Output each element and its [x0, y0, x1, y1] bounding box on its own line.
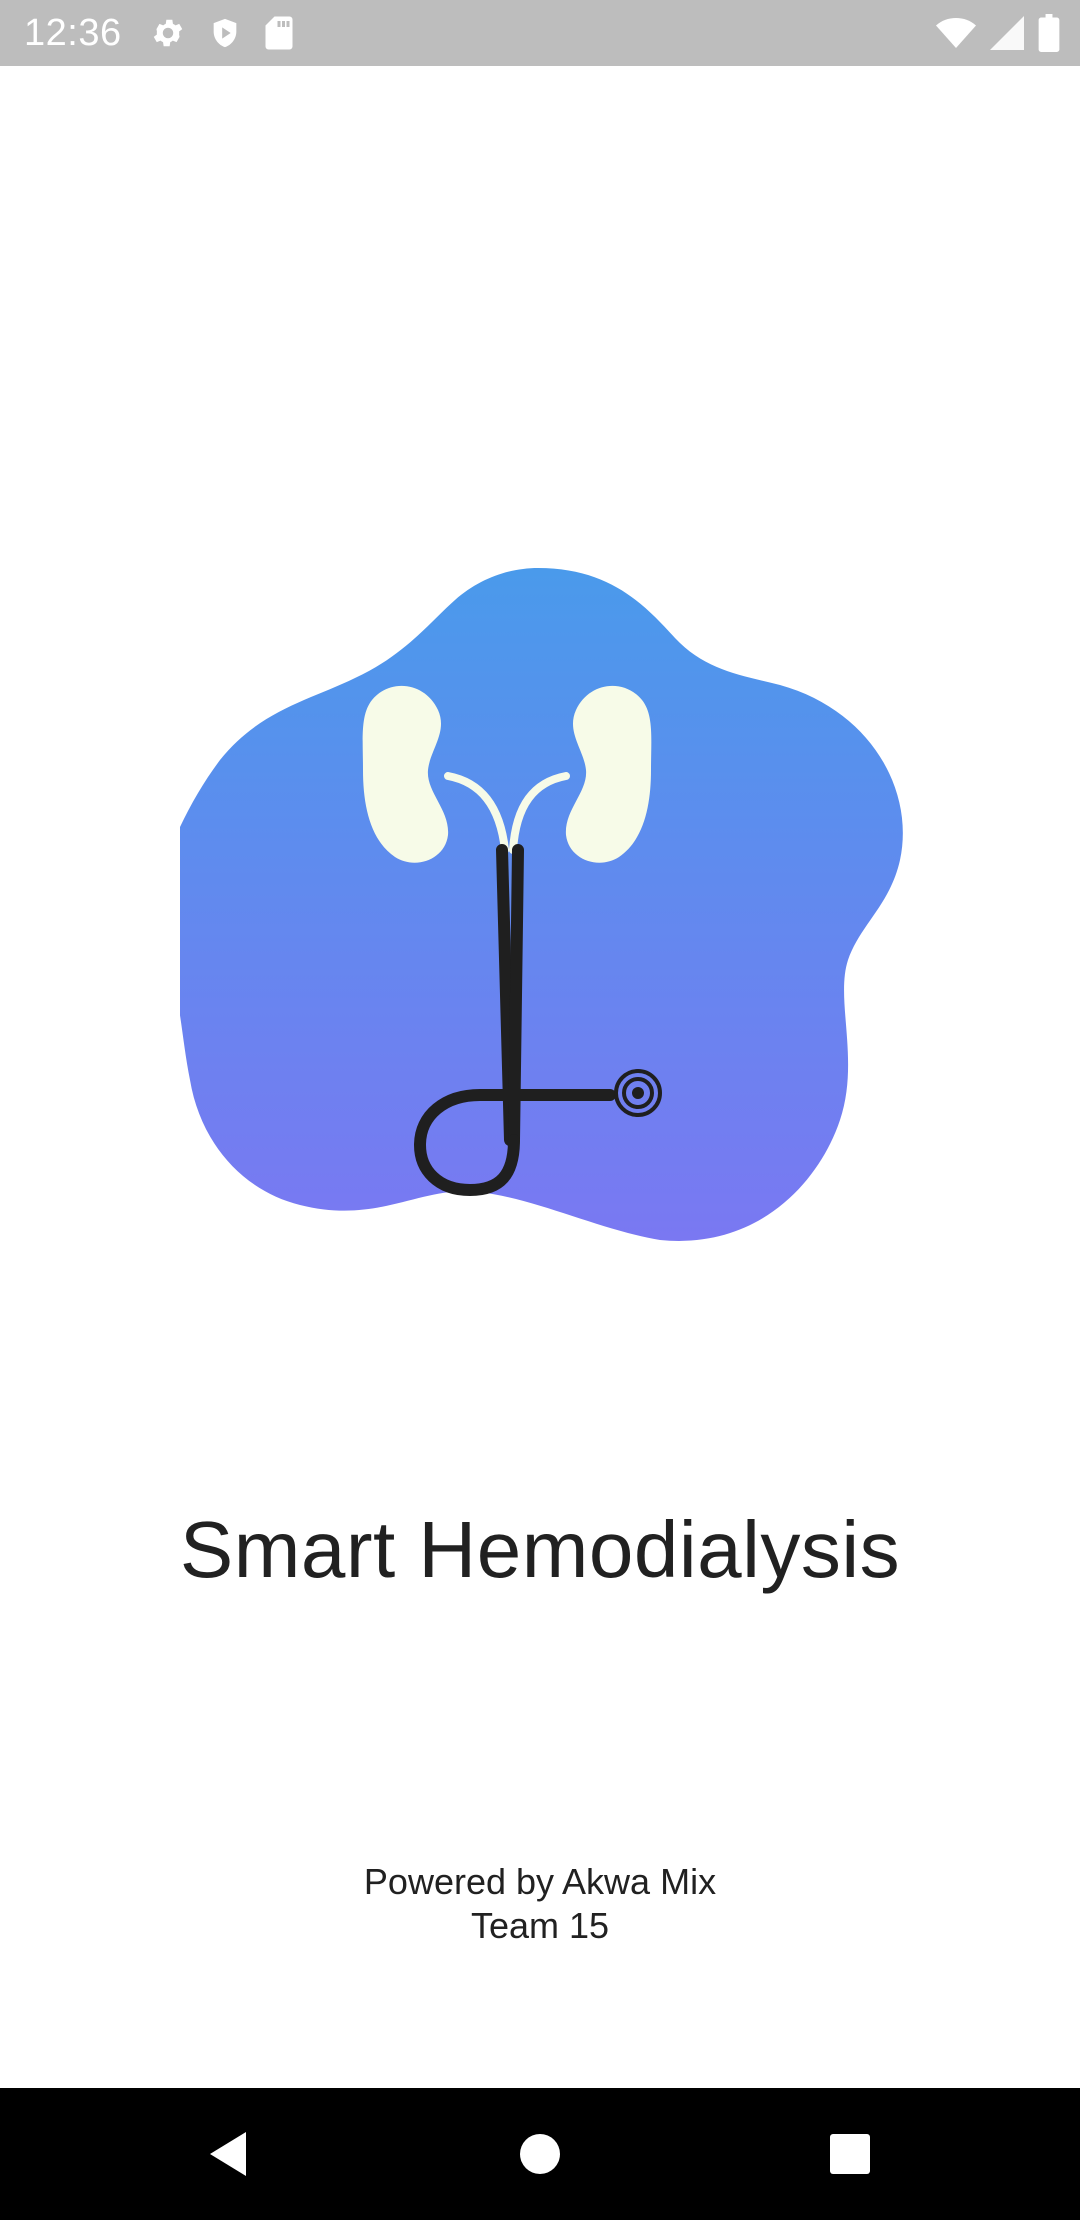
battery-icon [1038, 14, 1060, 52]
shield-icon [208, 15, 242, 51]
team-line: Team 15 [470, 1905, 610, 1946]
back-icon [206, 2130, 250, 2178]
wifi-icon [936, 16, 976, 50]
splash-screen: 12:36 Smart Hemodialysis Powered by Akwa… [0, 0, 1080, 2220]
home-button[interactable] [508, 2122, 572, 2186]
status-bar: 12:36 [0, 0, 1080, 66]
navigation-bar [0, 2088, 1080, 2220]
logo-blob [154, 568, 903, 1241]
status-system-icons [936, 14, 1060, 52]
status-time: 12:36 [24, 12, 122, 54]
cellular-signal-icon [990, 16, 1024, 50]
sd-card-icon [264, 15, 294, 51]
recents-icon [829, 2133, 871, 2175]
gear-icon [150, 15, 186, 51]
app-title: Smart Hemodialysis [179, 1505, 901, 1594]
back-button[interactable] [196, 2122, 260, 2186]
home-icon [519, 2133, 561, 2175]
powered-by-line: Powered by Akwa Mix [363, 1861, 717, 1902]
status-notification-icons [150, 14, 294, 52]
recents-button[interactable] [818, 2122, 882, 2186]
kidney-stethoscope-logo-icon [154, 560, 910, 1250]
powered-by-text: Powered by Akwa Mix Team 15 [0, 1860, 1080, 1948]
